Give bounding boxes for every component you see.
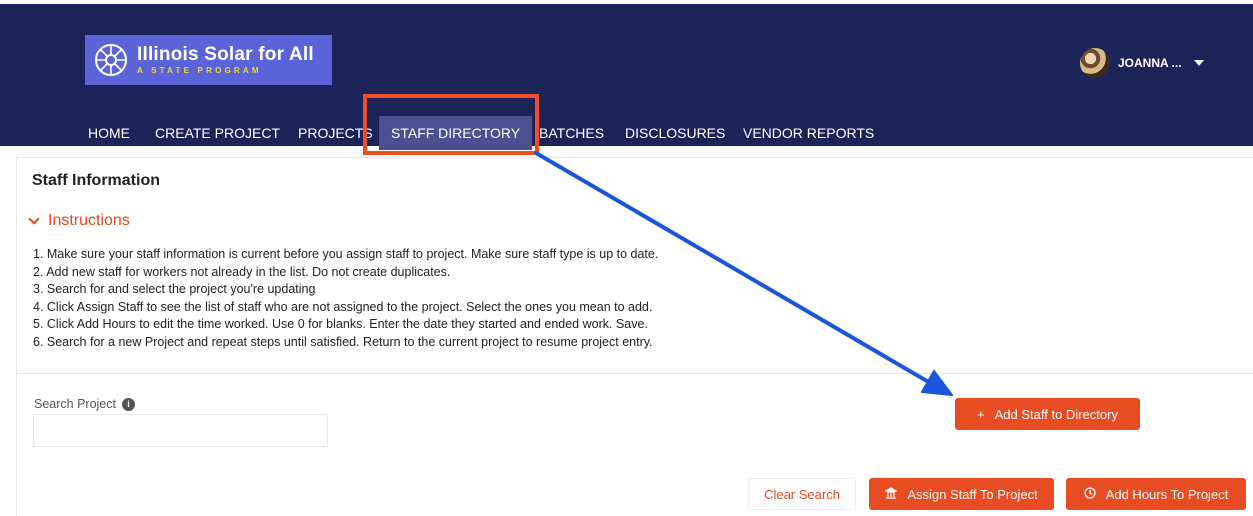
- chevron-down-icon: [28, 212, 40, 225]
- clear-search-label: Clear Search: [764, 486, 840, 502]
- brand-title: Illinois Solar for All: [137, 44, 314, 65]
- add-hours-to-project-button[interactable]: Add Hours To Project: [1066, 478, 1246, 510]
- add-staff-to-directory-button[interactable]: + Add Staff to Directory: [955, 398, 1140, 430]
- instruction-step: 4. Click Assign Staff to see the list of…: [33, 299, 653, 314]
- avatar[interactable]: [1080, 48, 1110, 78]
- divider: [16, 373, 1253, 374]
- user-name: JOANNA ...: [1118, 56, 1182, 70]
- plus-icon: +: [977, 406, 985, 422]
- sun-icon: [95, 44, 127, 76]
- brand-subtitle: A STATE PROGRAM: [137, 66, 262, 75]
- nav-vendor-reports[interactable]: VENDOR REPORTS: [731, 116, 886, 150]
- add-hours-label: Add Hours To Project: [1105, 486, 1229, 502]
- nav-disclosures[interactable]: DISCLOSURES: [613, 116, 737, 150]
- instruction-step: 3. Search for and select the project you…: [33, 282, 316, 296]
- page-title: Staff Information: [32, 172, 160, 189]
- add-staff-label: Add Staff to Directory: [994, 406, 1118, 422]
- main-nav: HOME CREATE PROJECT PROJECTS STAFF DIREC…: [0, 116, 1253, 150]
- top-header: Illinois Solar for All A STATE PROGRAM J…: [0, 0, 1253, 150]
- instruction-step: 5. Click Add Hours to edit the time work…: [33, 317, 648, 331]
- instruction-step: 2. Add new staff for workers not already…: [33, 264, 451, 279]
- annotation-highlight-box: [363, 94, 539, 155]
- assign-staff-label: Assign Staff To Project: [907, 486, 1038, 502]
- caret-down-icon[interactable]: [1193, 60, 1204, 66]
- search-project-label: Search Project i: [34, 397, 135, 411]
- brand-text: Illinois Solar for All A STATE PROGRAM: [137, 45, 314, 75]
- info-icon[interactable]: i: [121, 397, 135, 411]
- search-project-input[interactable]: [33, 414, 328, 447]
- user-menu[interactable]: JOANNA ...: [1080, 48, 1204, 78]
- nav-create-project[interactable]: CREATE PROJECT: [143, 116, 292, 150]
- instructions-toggle[interactable]: Instructions: [28, 212, 130, 230]
- assign-staff-to-project-button[interactable]: Assign Staff To Project: [869, 478, 1054, 510]
- bank-icon: [884, 486, 899, 502]
- instructions-list: 1. Make sure your staff information is c…: [33, 246, 658, 351]
- clear-search-button[interactable]: Clear Search: [748, 478, 856, 510]
- clock-icon: [1084, 486, 1096, 502]
- nav-home[interactable]: HOME: [76, 116, 142, 150]
- instruction-step: 6. Search for a new Project and repeat s…: [33, 334, 653, 349]
- nav-batches[interactable]: BATCHES: [527, 116, 616, 150]
- instructions-label: Instructions: [48, 212, 130, 229]
- instruction-step: 1. Make sure your staff information is c…: [33, 247, 659, 261]
- search-label-text: Search Project: [34, 397, 116, 411]
- brand-logo[interactable]: Illinois Solar for All A STATE PROGRAM: [85, 35, 332, 85]
